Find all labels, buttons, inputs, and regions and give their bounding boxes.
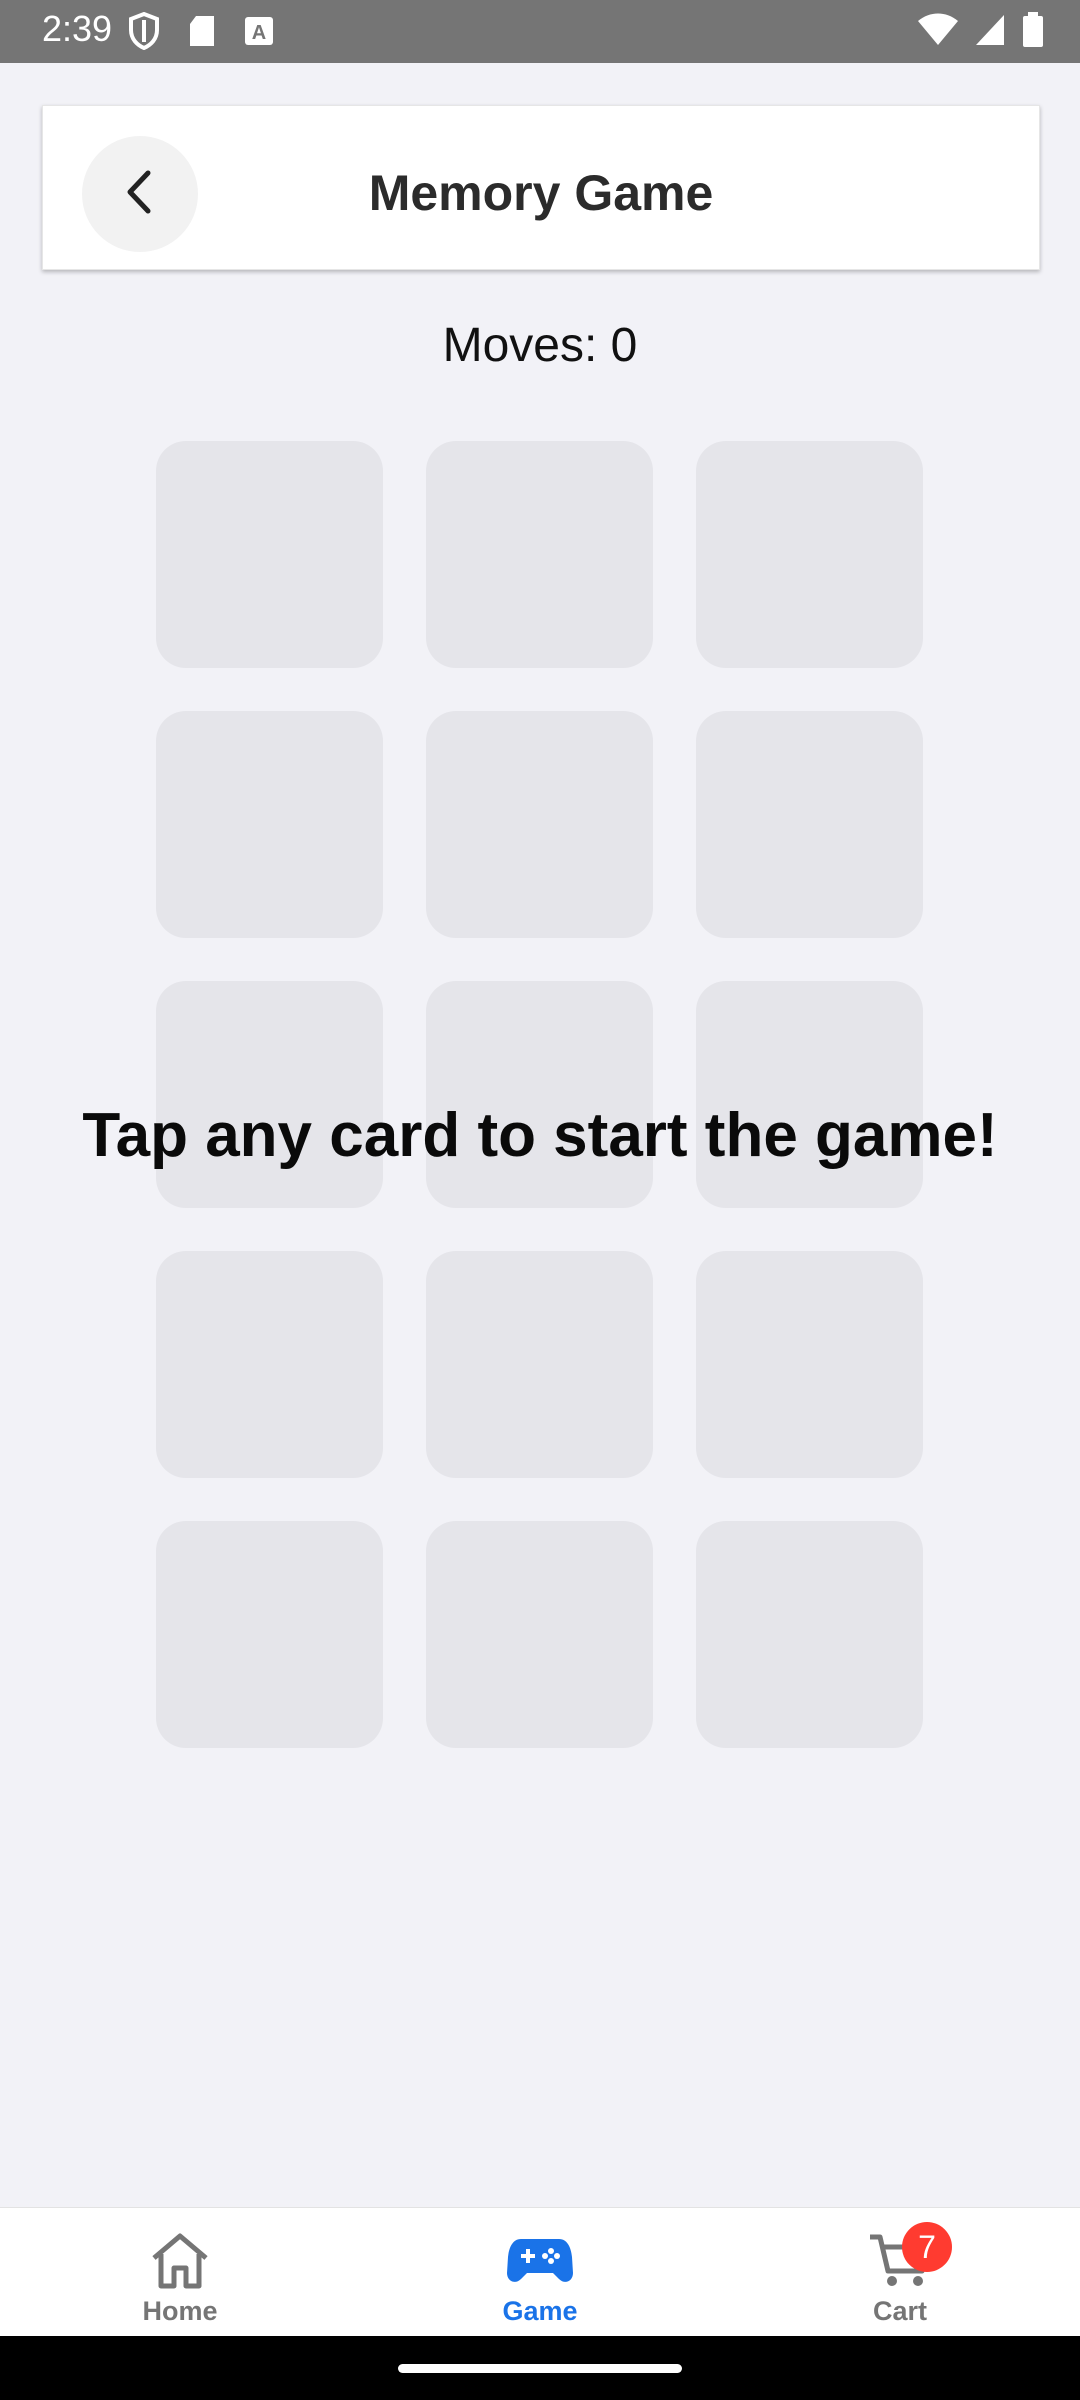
memory-card[interactable] [696,981,923,1208]
memory-card[interactable] [156,711,383,938]
memory-card[interactable] [156,1251,383,1478]
status-right-icons [918,12,1044,53]
nav-label-home: Home [142,2296,218,2326]
nav-item-home[interactable]: Home [80,2208,280,2337]
wifi-icon [918,13,958,52]
cart-badge: 7 [902,2222,952,2272]
sd-card-icon [188,14,216,53]
memory-card[interactable] [426,441,653,668]
card-grid [156,441,924,1748]
gesture-bar [0,2336,1080,2400]
nav-item-game[interactable]: Game [440,2208,640,2337]
moves-counter: Moves: 0 [442,319,638,372]
nav-item-cart[interactable]: 7 Cart [800,2208,1000,2337]
svg-text:A: A [252,22,266,44]
header-bar: Memory Game [42,105,1040,270]
nav-label-cart: Cart [872,2296,927,2326]
memory-card[interactable] [696,1251,923,1478]
memory-card[interactable] [426,711,653,938]
home-gesture-handle[interactable] [398,2364,682,2373]
start-instruction: Tap any card to start the game! [82,1101,998,1170]
memory-card[interactable] [426,1251,653,1478]
battery-icon [1022,12,1044,53]
cart-icon: 7 [868,2222,952,2292]
memory-card[interactable] [156,981,383,1208]
nav-label-game: Game [502,2296,578,2326]
home-icon [148,2228,212,2292]
page-title: Memory Game [368,165,714,221]
memory-card[interactable] [156,1521,383,1748]
memory-card[interactable] [156,441,383,668]
signal-icon [974,13,1006,52]
shield-icon [128,11,160,55]
memory-card[interactable] [426,981,653,1208]
status-time: 2:39 [42,8,113,49]
gamepad-icon [507,2228,573,2292]
memory-card[interactable] [696,441,923,668]
memory-card[interactable] [426,1521,653,1748]
font-icon: A [244,16,274,51]
memory-card[interactable] [696,711,923,938]
status-bar: 2:39 A [0,0,1080,63]
bottom-nav: Home Game 7 Cart [0,2207,1080,2337]
memory-card[interactable] [696,1521,923,1748]
status-left-icons: A [128,11,274,55]
